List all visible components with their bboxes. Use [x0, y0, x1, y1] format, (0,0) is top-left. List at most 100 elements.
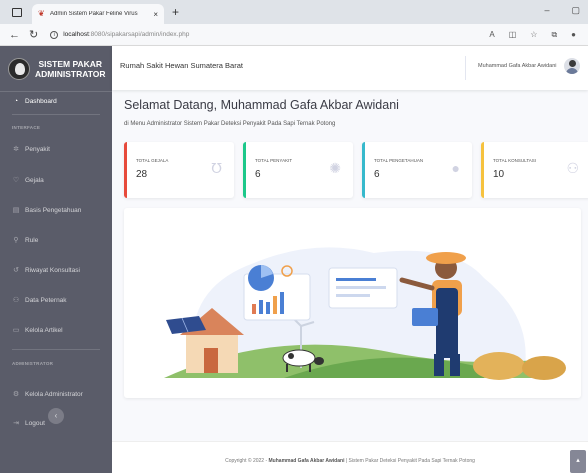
minimize-icon[interactable]: –: [544, 5, 549, 16]
restore-icon[interactable]: ▢: [571, 5, 580, 16]
sidebar-item-penyakit[interactable]: ✲ Penyakit: [12, 145, 50, 154]
card-accent: [362, 142, 365, 198]
footer: Copyright © 2022 - Muhammad Gafa Akbar A…: [112, 441, 588, 473]
sidebar-item-label: Rule: [25, 236, 39, 244]
sidebar-item-basis-pengetahuan[interactable]: ▤ Basis Pengetahuan: [12, 206, 82, 215]
sidebar-item-label: Basis Pengetahuan: [25, 206, 82, 214]
copyright-author: Muhammad Gafa Akbar Awidani: [268, 458, 345, 464]
sidebar-heading-administrator: ADMINISTRATOR: [12, 361, 54, 366]
card-label: TOTAL KONSULTASI: [493, 158, 537, 163]
sidebar-item-label: Riwayat Konsultasi: [25, 266, 80, 274]
history-icon: ↺: [13, 267, 19, 274]
chevron-left-icon: ‹: [54, 411, 58, 420]
card-accent: [481, 142, 484, 198]
brand-line-2: ADMINISTRATOR: [35, 68, 106, 79]
card-total-gejala: TOTAL GEJALA 28 ℧: [124, 142, 234, 198]
logout-icon: ⇥: [13, 420, 19, 427]
favorites-star-icon[interactable]: ☆: [530, 30, 537, 40]
card-total-pengetahuan: TOTAL PENGETAHUAN 6 ●: [362, 142, 472, 198]
sidebar-item-label: Kelola Administrator: [25, 390, 83, 398]
sidebar-item-riwayat-konsultasi[interactable]: ↺ Riwayat Konsultasi: [12, 266, 80, 275]
window-menu-icon[interactable]: [12, 7, 22, 17]
browser-toolbar: A ◫ ☆ ⧉ ●: [489, 30, 576, 40]
page-subtitle: di Menu Administrator Sistem Pakar Detek…: [124, 121, 336, 127]
card-value: 6: [255, 169, 261, 180]
card-value: 6: [374, 169, 380, 180]
comment-icon: ●: [451, 160, 460, 176]
sidebar-item-label: Dashboard: [25, 98, 57, 105]
card-total-konsultasi: TOTAL KONSULTASI 10 ⚇: [481, 142, 588, 198]
sidebar-toggle-button[interactable]: ‹: [48, 408, 64, 424]
new-tab-button[interactable]: +: [172, 5, 179, 19]
users-icon: ⚇: [566, 160, 579, 176]
brand-logo-icon: [8, 57, 30, 80]
sidebar-item-data-peternak[interactable]: ⚇ Data Peternak: [12, 296, 67, 305]
page-title: Selamat Datang, Muhammad Gafa Akbar Awid…: [124, 98, 399, 112]
farm-illustration: [164, 247, 566, 380]
sidebar-item-logout[interactable]: ⇥ Logout: [12, 419, 45, 428]
card-label: TOTAL GEJALA: [136, 158, 169, 163]
card-accent: [124, 142, 127, 198]
tab-close-icon[interactable]: ×: [153, 10, 158, 19]
avatar[interactable]: [564, 58, 580, 74]
browser-tab-strip: ❦ Admin Sistem Pakar Feline Virus × + – …: [0, 0, 588, 24]
dashboard-icon: ◔: [13, 98, 19, 105]
site-info-icon[interactable]: i: [50, 30, 59, 39]
copyright-prefix: Copyright © 2022 -: [225, 458, 269, 464]
url-path: :8080/sipakarsapi/admin/index.php: [88, 31, 190, 38]
split-screen-icon[interactable]: ◫: [509, 30, 517, 40]
sidebar-item-label: Gejala: [25, 176, 44, 184]
favicon-icon: ❦: [38, 9, 45, 18]
card-value: 28: [136, 169, 148, 180]
stethoscope-icon: ♡: [12, 177, 20, 184]
scroll-to-top-button[interactable]: ▴: [570, 450, 586, 473]
card-value: 10: [493, 169, 505, 180]
sidebar-item-label: Logout: [25, 419, 45, 427]
virus-icon: ✲: [13, 146, 19, 153]
sidebar-heading-interface: INTERFACE: [12, 125, 41, 130]
reload-icon[interactable]: ↻: [29, 28, 38, 41]
sidebar-item-label: Data Peternak: [25, 296, 67, 304]
url-host: localhost: [63, 31, 89, 38]
back-icon[interactable]: ←: [9, 29, 20, 41]
copyright-suffix: | Sistem Pakar Deteksi Penyakit Pada Sap…: [344, 458, 475, 464]
illustration-panel: [124, 208, 581, 398]
chevron-up-icon: ▴: [576, 457, 580, 464]
sidebar-brand[interactable]: SISTEM PAKAR ADMINISTRATOR: [0, 46, 112, 92]
read-aloud-icon[interactable]: A: [489, 30, 494, 40]
card-label: TOTAL PENGETAHUAN: [374, 158, 424, 163]
sidebar-item-dashboard[interactable]: ◔ Dashboard: [12, 98, 57, 105]
search-icon: ⚲: [13, 237, 19, 244]
hospital-name: Rumah Sakit Hewan Sumatera Barat: [120, 61, 243, 70]
brand-text: SISTEM PAKAR ADMINISTRATOR: [35, 59, 106, 79]
tab-title: Admin Sistem Pakar Feline Virus: [50, 11, 138, 17]
sidebar-item-rule[interactable]: ⚲ Rule: [12, 236, 39, 245]
browser-tab[interactable]: ❦ Admin Sistem Pakar Feline Virus ×: [32, 4, 164, 24]
virus-icon: ✺: [329, 160, 341, 176]
newspaper-icon: ▭: [12, 327, 20, 334]
sidebar-divider: [12, 114, 100, 115]
window-controls: – ▢: [544, 5, 580, 16]
sidebar-divider: [12, 349, 100, 350]
user-cog-icon: ⚙: [12, 391, 20, 398]
card-total-penyakit: TOTAL PENYAKIT 6 ✺: [243, 142, 353, 198]
sidebar-item-kelola-administrator[interactable]: ⚙ Kelola Administrator: [12, 390, 83, 399]
sidebar-item-gejala[interactable]: ♡ Gejala: [12, 176, 44, 185]
sidebar-item-label: Penyakit: [25, 145, 50, 153]
url-field[interactable]: i localhost:8080/sipakarsapi/admin/index…: [50, 30, 489, 39]
sidebar-item-kelola-artikel[interactable]: ▭ Kelola Artikel: [12, 326, 63, 335]
brand-line-1: SISTEM PAKAR: [38, 58, 103, 69]
copyright-text: Copyright © 2022 - Muhammad Gafa Akbar A…: [112, 458, 588, 464]
sidebar-item-label: Kelola Artikel: [25, 326, 63, 334]
book-icon: ▤: [12, 207, 20, 214]
user-name[interactable]: Muhammad Gafa Akbar Awidani: [478, 63, 556, 69]
topbar-divider: [465, 56, 466, 80]
users-icon: ⚇: [12, 297, 20, 304]
stethoscope-icon: ℧: [211, 160, 222, 176]
card-accent: [243, 142, 246, 198]
profile-icon[interactable]: ●: [571, 30, 576, 40]
card-label: TOTAL PENYAKIT: [255, 158, 293, 163]
topbar: Rumah Sakit Hewan Sumatera Barat Muhamma…: [112, 46, 588, 90]
collections-icon[interactable]: ⧉: [551, 30, 557, 40]
address-bar: ← ↻ i localhost:8080/sipakarsapi/admin/i…: [0, 24, 588, 46]
